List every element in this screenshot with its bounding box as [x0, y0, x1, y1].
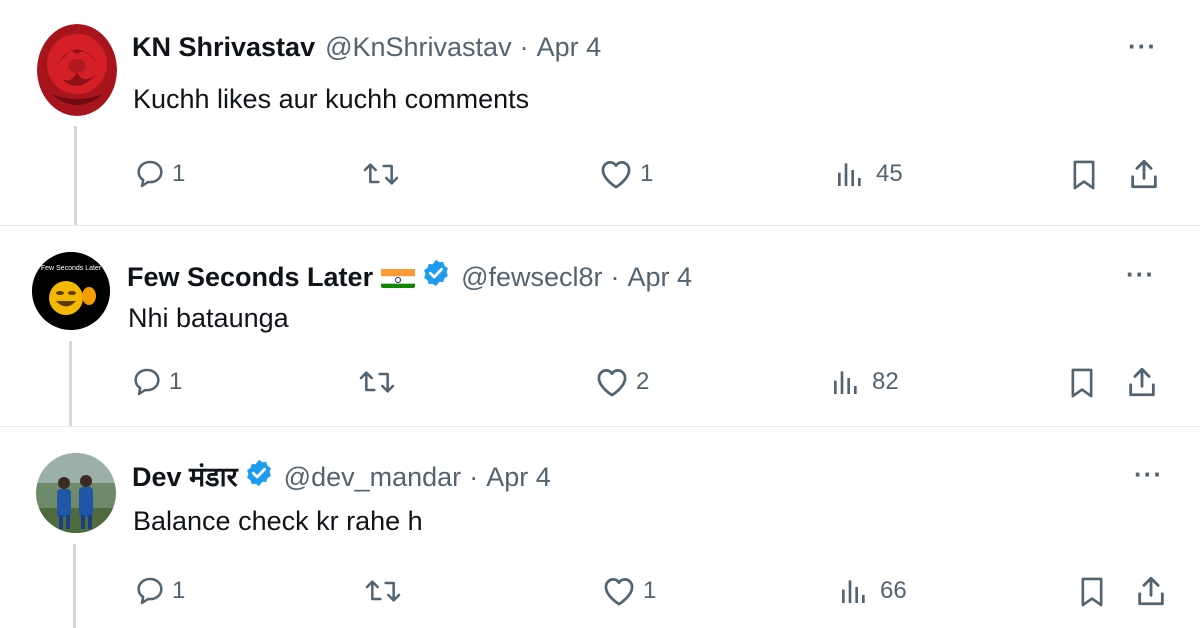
verified-badge-icon — [244, 458, 274, 495]
tweet-2[interactable]: Few Seconds Later Few Seconds Later @few… — [0, 226, 1200, 426]
separator-dot: · — [519, 32, 529, 62]
heart-icon — [601, 160, 631, 189]
reply-count: 1 — [172, 577, 186, 604]
tweet-header: Dev मंडार @dev_mandar · Apr 4 — [132, 458, 551, 495]
india-flag-icon — [381, 266, 416, 288]
repost-button[interactable] — [362, 575, 410, 607]
tweet-header: Few Seconds Later @fewsecl8r · Apr 4 — [127, 258, 692, 295]
reply-icon — [137, 577, 163, 605]
share-icon — [1129, 367, 1155, 397]
share-button[interactable] — [1134, 574, 1168, 608]
avatar[interactable] — [36, 453, 116, 533]
tweet-3[interactable]: Dev मंडार @dev_mandar · Apr 4 ··· Balanc… — [0, 427, 1200, 628]
analytics-icon — [842, 580, 865, 603]
user-handle[interactable]: @KnShrivastav — [325, 31, 511, 63]
reply-icon — [137, 160, 163, 188]
rose-avatar-image — [37, 24, 117, 116]
like-count: 2 — [636, 368, 650, 395]
reply-button[interactable]: 1 — [134, 575, 185, 607]
share-button[interactable] — [1125, 365, 1159, 399]
display-name[interactable]: Few Seconds Later — [127, 261, 373, 293]
tweet-text: Nhi bataunga — [128, 303, 289, 333]
display-name[interactable]: Dev मंडार — [132, 461, 238, 493]
verified-badge-icon — [421, 258, 451, 295]
reply-button[interactable]: 1 — [131, 366, 182, 398]
repost-icon — [359, 371, 395, 393]
tweet-header: KN Shrivastav @KnShrivastav · Apr 4 — [132, 31, 601, 63]
reply-button[interactable]: 1 — [134, 158, 185, 190]
like-button[interactable]: 1 — [601, 575, 656, 607]
tweet-date[interactable]: Apr 4 — [486, 461, 551, 493]
repost-icon — [365, 580, 401, 602]
repost-button[interactable] — [360, 158, 408, 190]
repost-icon — [363, 163, 399, 185]
user-handle[interactable]: @dev_mandar — [284, 461, 462, 493]
emoji-avatar-image: Few Seconds Later — [32, 252, 110, 330]
views-count: 45 — [876, 160, 903, 187]
share-icon — [1138, 576, 1164, 606]
cricket-team-avatar-image — [36, 453, 116, 533]
tweet-1[interactable]: KN Shrivastav @KnShrivastav · Apr 4 ··· … — [0, 0, 1200, 225]
views-button[interactable]: 82 — [830, 366, 899, 398]
tweet-text: Kuchh likes aur kuchh comments — [133, 84, 530, 114]
tweet-date[interactable]: Apr 4 — [628, 261, 693, 293]
views-button[interactable]: 66 — [838, 575, 907, 607]
separator-dot: · — [469, 461, 479, 492]
analytics-icon — [834, 371, 857, 394]
repost-button[interactable] — [356, 366, 404, 398]
like-count: 1 — [643, 577, 657, 604]
tweet-date[interactable]: Apr 4 — [537, 31, 602, 63]
thread-line — [69, 341, 72, 426]
like-button[interactable]: 1 — [598, 158, 653, 190]
bookmark-icon — [1071, 368, 1093, 398]
reply-icon — [134, 368, 160, 396]
more-options-icon[interactable]: ··· — [1134, 461, 1163, 487]
heart-icon — [604, 577, 634, 606]
share-icon — [1131, 159, 1157, 189]
thread-line — [73, 544, 76, 628]
more-options-icon[interactable]: ··· — [1126, 261, 1155, 287]
reply-count: 1 — [169, 368, 183, 395]
tweet-text: Balance check kr rahe h — [133, 506, 423, 536]
reply-count: 1 — [172, 160, 186, 187]
thread-line — [74, 126, 77, 225]
bookmark-button[interactable] — [1066, 366, 1098, 400]
display-name[interactable]: KN Shrivastav — [132, 31, 315, 63]
like-count: 1 — [640, 160, 654, 187]
views-count: 66 — [880, 577, 907, 604]
bookmark-button[interactable] — [1068, 158, 1100, 192]
heart-icon — [597, 368, 627, 397]
user-handle[interactable]: @fewsecl8r — [461, 261, 602, 293]
bookmark-icon — [1081, 577, 1103, 607]
analytics-icon — [838, 163, 861, 186]
bookmark-button[interactable] — [1076, 575, 1108, 609]
bookmark-icon — [1073, 160, 1095, 190]
like-button[interactable]: 2 — [594, 366, 649, 398]
avatar[interactable] — [37, 24, 117, 116]
separator-dot: · — [610, 261, 620, 292]
views-button[interactable]: 45 — [834, 158, 903, 190]
avatar[interactable]: Few Seconds Later — [32, 252, 110, 330]
views-count: 82 — [872, 368, 899, 395]
more-options-icon[interactable]: ··· — [1128, 33, 1157, 59]
avatar-caption: Few Seconds Later — [41, 265, 102, 272]
share-button[interactable] — [1127, 157, 1161, 191]
